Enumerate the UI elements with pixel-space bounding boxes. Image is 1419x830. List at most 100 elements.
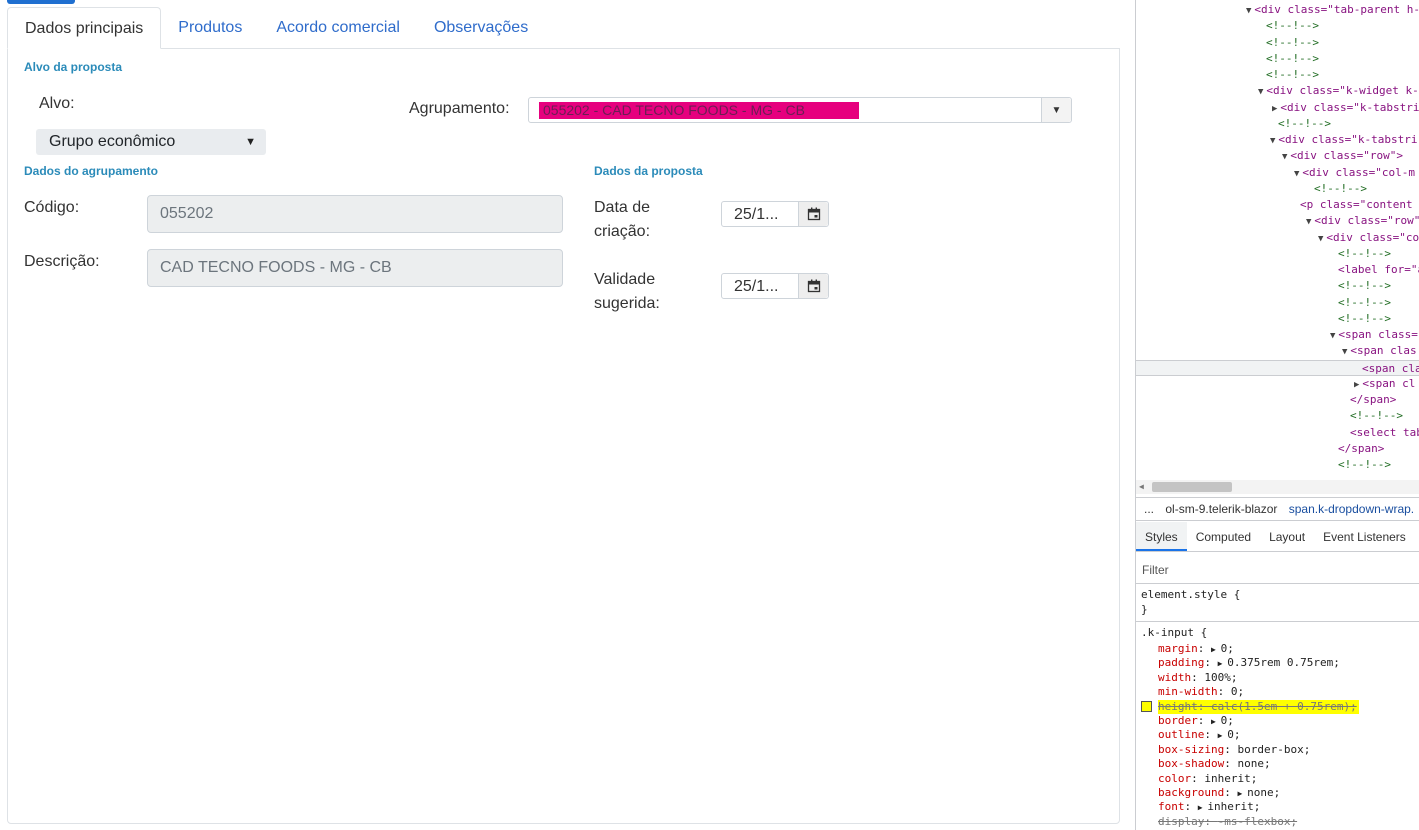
dom-node-line[interactable]: ▼ <span clas bbox=[1342, 343, 1417, 359]
expand-right-icon[interactable]: ▶ bbox=[1272, 104, 1277, 114]
expand-down-icon[interactable]: ▼ bbox=[1294, 169, 1299, 179]
breadcrumb-ellipsis[interactable]: ... bbox=[1144, 502, 1154, 516]
dom-node-line[interactable]: ▼ <div class="row" bbox=[1306, 213, 1419, 229]
codigo-field[interactable]: 055202 bbox=[147, 195, 563, 233]
breadcrumb-item[interactable]: ol-sm-9.telerik-blazor bbox=[1165, 502, 1277, 516]
dom-node-text: <!--!--> bbox=[1266, 35, 1319, 49]
tab-acordo-comercial[interactable]: Acordo comercial bbox=[259, 7, 417, 49]
dom-node-line[interactable]: ▼ <div class="k-widget k- bbox=[1258, 83, 1419, 99]
expand-right-icon[interactable]: ▶ bbox=[1211, 717, 1221, 726]
expand-down-icon[interactable]: ▼ bbox=[1270, 136, 1275, 146]
css-prop-value: 100%; bbox=[1204, 670, 1238, 684]
breadcrumb-item-current[interactable]: span.k-dropdown-wrap. bbox=[1289, 502, 1414, 516]
top-button-edge[interactable] bbox=[7, 0, 75, 4]
css-property-min-width[interactable]: min-width: 0; bbox=[1158, 685, 1244, 699]
alvo-select[interactable]: Grupo econômico ▼ bbox=[36, 129, 266, 155]
css-property-margin[interactable]: margin: ▶ 0; bbox=[1158, 642, 1234, 656]
css-property-box-shadow[interactable]: box-shadow: none; bbox=[1158, 757, 1271, 771]
css-property-padding[interactable]: padding: ▶ 0.375rem 0.75rem; bbox=[1158, 656, 1340, 670]
css-property-outline[interactable]: outline: ▶ 0; bbox=[1158, 728, 1241, 742]
dom-node-line[interactable]: ▶ <div class="k-tabstri bbox=[1272, 100, 1419, 116]
agrupamento-dropdown[interactable]: 055202 - CAD TECNO FOODS - MG - CB ▼ bbox=[528, 97, 1072, 123]
expand-down-icon[interactable]: ▼ bbox=[1342, 347, 1347, 357]
dom-node-text: <p class="content bbox=[1300, 198, 1413, 211]
expand-right-icon[interactable]: ▶ bbox=[1237, 789, 1247, 798]
css-property-border[interactable]: border: ▶ 0; bbox=[1158, 714, 1234, 728]
dom-node-line[interactable]: ▶ <span cl bbox=[1354, 376, 1415, 392]
dom-node-line[interactable]: <label for="a bbox=[1338, 262, 1419, 278]
dom-node-line[interactable]: ▼ <span class= bbox=[1330, 327, 1418, 343]
k-input-selector[interactable]: .k-input { bbox=[1141, 626, 1207, 640]
dom-node-line[interactable]: <!--!--> bbox=[1338, 311, 1391, 327]
dom-node-line[interactable]: ▼ <div class="row"> bbox=[1282, 148, 1403, 164]
dom-node-line[interactable]: <p class="content bbox=[1300, 197, 1413, 213]
css-prop-name: outline bbox=[1158, 728, 1205, 742]
css-prop-name: width bbox=[1158, 670, 1192, 684]
css-property-background[interactable]: background: ▶ none; bbox=[1158, 786, 1280, 800]
dom-node-line[interactable]: <!--!--> bbox=[1314, 181, 1367, 197]
tab-dados-principais[interactable]: Dados principais bbox=[7, 7, 162, 49]
css-prop-value: -ms-flexbox; bbox=[1217, 814, 1298, 828]
expand-down-icon[interactable]: ▼ bbox=[1318, 234, 1323, 244]
css-property-box-sizing[interactable]: box-sizing: border-box; bbox=[1158, 743, 1310, 757]
calendar-icon[interactable] bbox=[798, 202, 828, 226]
dom-node-text: <div class="k-tabstri bbox=[1278, 133, 1418, 146]
expand-down-icon[interactable]: ▼ bbox=[1306, 217, 1311, 227]
expand-right-icon[interactable]: ▶ bbox=[1211, 645, 1221, 654]
dom-node-line[interactable]: <!--!--> bbox=[1266, 51, 1319, 67]
css-prop-name: display bbox=[1158, 814, 1205, 828]
scrollbar-thumb[interactable] bbox=[1152, 482, 1232, 492]
dom-node-line[interactable]: </span> bbox=[1338, 441, 1384, 457]
descricao-field[interactable]: CAD TECNO FOODS - MG - CB bbox=[147, 249, 563, 287]
dom-node-line[interactable]: <!--!--> bbox=[1266, 67, 1319, 83]
expand-right-icon[interactable]: ▶ bbox=[1218, 731, 1228, 740]
expand-down-icon[interactable]: ▼ bbox=[1246, 6, 1251, 16]
css-property-height[interactable]: height: calc(1.5em + 0.75rem); bbox=[1158, 699, 1359, 714]
dom-node-line[interactable]: ▼ <div class="co bbox=[1318, 230, 1419, 246]
validade-datepicker[interactable]: 25/1... bbox=[721, 273, 829, 299]
dom-node-line[interactable]: <!--!--> bbox=[1350, 408, 1403, 424]
css-property-display[interactable]: display: -ms-flexbox; bbox=[1158, 815, 1297, 829]
tab-observacoes[interactable]: Observações bbox=[417, 7, 545, 49]
dom-node-line[interactable]: <!--!--> bbox=[1338, 246, 1391, 262]
dom-node-line[interactable]: <!--!--> bbox=[1338, 278, 1391, 294]
tab-styles[interactable]: Styles bbox=[1136, 522, 1187, 551]
expand-down-icon[interactable]: ▼ bbox=[1330, 331, 1335, 341]
dom-node-text: <!--!--> bbox=[1338, 279, 1391, 293]
dom-node-text: <!--!--> bbox=[1350, 409, 1403, 423]
css-property-font[interactable]: font: ▶ inherit; bbox=[1158, 800, 1260, 814]
expand-down-icon[interactable]: ▼ bbox=[1258, 87, 1263, 97]
elements-tree[interactable]: ▼ <div class="tab-parent h- <!--!--> <!--!-… bbox=[1136, 0, 1419, 480]
dom-node-line[interactable]: <!--!--> bbox=[1266, 35, 1319, 51]
css-prop-value: none; bbox=[1237, 757, 1271, 771]
dom-node-line[interactable]: ▼ <div class="tab-parent h- bbox=[1246, 2, 1419, 18]
dom-node-line[interactable]: <!--!--> bbox=[1338, 457, 1391, 473]
css-prop-value: none; bbox=[1247, 786, 1281, 799]
dom-node-line[interactable]: <!--!--> bbox=[1278, 116, 1331, 132]
dom-node-line[interactable]: <span cla bbox=[1136, 359, 1419, 376]
dom-node-line[interactable]: </span> bbox=[1350, 392, 1396, 408]
tab-event-listeners[interactable]: Event Listeners bbox=[1314, 522, 1415, 551]
dom-node-line[interactable]: ▼ <div class="k-tabstri bbox=[1270, 132, 1418, 148]
expand-right-icon[interactable]: ▶ bbox=[1218, 659, 1228, 668]
dom-node-line[interactable]: <!--!--> bbox=[1338, 295, 1391, 311]
data-criacao-datepicker[interactable]: 25/1... bbox=[721, 201, 829, 227]
css-property-width[interactable]: width: 100%; bbox=[1158, 671, 1238, 685]
tab-produtos[interactable]: Produtos bbox=[161, 7, 259, 49]
dom-node-line[interactable]: ▼ <div class="col-m bbox=[1294, 165, 1415, 181]
expand-right-icon[interactable]: ▶ bbox=[1198, 803, 1208, 812]
tab-layout[interactable]: Layout bbox=[1260, 522, 1314, 551]
property-toggle-checkbox[interactable] bbox=[1141, 700, 1152, 712]
calendar-icon[interactable] bbox=[798, 274, 828, 298]
horizontal-scrollbar[interactable]: ◀ bbox=[1136, 480, 1419, 494]
dom-node-line[interactable]: <select tab bbox=[1350, 425, 1419, 441]
dom-node-line[interactable]: <!--!--> bbox=[1266, 18, 1319, 34]
tab-computed[interactable]: Computed bbox=[1187, 522, 1260, 551]
scroll-left-icon[interactable]: ◀ bbox=[1139, 480, 1144, 494]
dom-node-text: <!--!--> bbox=[1266, 19, 1319, 33]
styles-filter-input[interactable]: Filter bbox=[1136, 556, 1419, 584]
dropdown-arrow-icon[interactable]: ▼ bbox=[1041, 98, 1071, 122]
expand-down-icon[interactable]: ▼ bbox=[1282, 152, 1287, 162]
expand-right-icon[interactable]: ▶ bbox=[1354, 380, 1359, 390]
css-property-color[interactable]: color: inherit; bbox=[1158, 772, 1257, 786]
